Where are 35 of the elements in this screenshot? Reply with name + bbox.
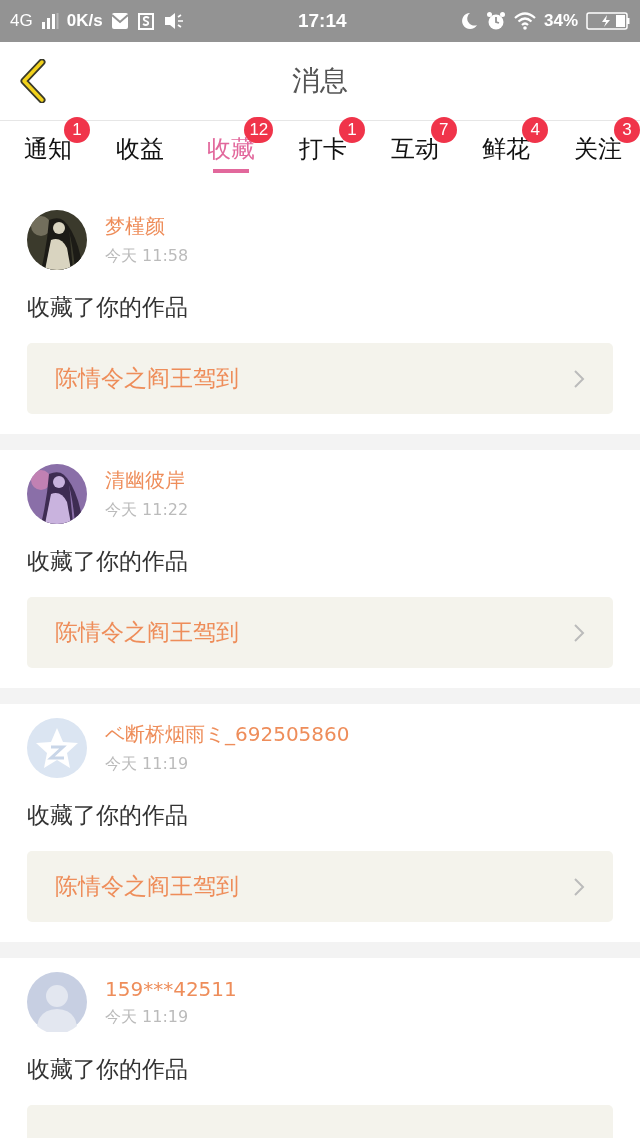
avatar-icon: [27, 972, 87, 1032]
message-text: 收藏了你的作品: [27, 801, 189, 830]
chevron-right-icon: [573, 368, 585, 389]
back-icon[interactable]: [18, 59, 48, 103]
moon-icon: [459, 12, 478, 30]
work-link[interactable]: 陈情令之阎王驾到: [27, 343, 613, 414]
work-link[interactable]: 陈情令之阎王驾到: [27, 851, 613, 922]
wifi-icon: [513, 12, 536, 30]
user-name[interactable]: 清幽彼岸: [105, 467, 189, 494]
clock: 17:14: [298, 10, 347, 32]
user-name[interactable]: 159***42511: [105, 976, 237, 1001]
message-text: 收藏了你的作品: [27, 1055, 189, 1084]
user-name[interactable]: ベ断桥烟雨ミ_692505860: [105, 721, 350, 748]
app-icon: [136, 12, 155, 30]
message-text: 收藏了你的作品: [27, 547, 189, 576]
star-avatar-icon: [27, 718, 87, 778]
chevron-right-icon: [573, 622, 585, 643]
alarm-icon: [485, 11, 506, 31]
chevron-right-icon: [573, 876, 585, 897]
message-text: 收藏了你的作品: [27, 293, 189, 322]
vibrate-icon: [162, 12, 185, 30]
speed-label: 0K/s: [66, 11, 103, 31]
timestamp: 今天 11:19: [105, 1006, 190, 1028]
timestamp: 今天 11:58: [105, 246, 189, 267]
work-link[interactable]: 陈情令之阎王驾到: [27, 597, 613, 668]
page-title: 消息: [292, 63, 348, 99]
battery-label: 34%: [543, 11, 578, 31]
signal-icon: [40, 13, 59, 29]
user-name[interactable]: 梦槿颜: [105, 213, 189, 240]
timestamp: 今天 11:19: [105, 754, 190, 775]
mail-icon: [110, 12, 129, 30]
timestamp: 今天 11:22: [105, 500, 189, 521]
tab[interactable]: 收益: [105, 125, 174, 177]
network-label: 4G: [10, 11, 33, 31]
battery-icon: [586, 11, 630, 31]
